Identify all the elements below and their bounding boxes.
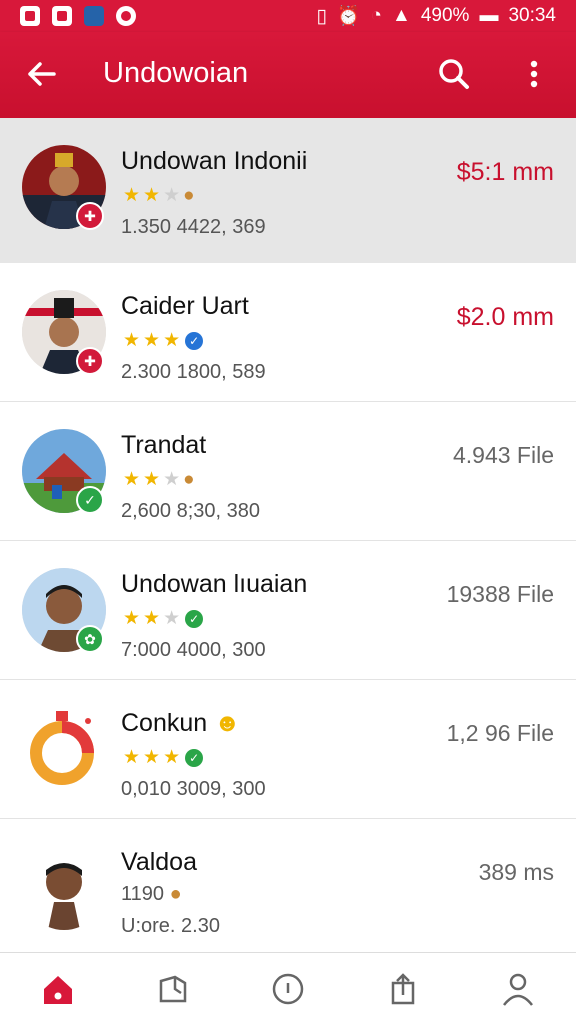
share-icon[interactable] <box>381 967 425 1011</box>
star-icon: ★ <box>123 330 141 351</box>
notification-icon <box>20 6 40 26</box>
star-empty-icon: ★ <box>163 608 181 629</box>
item-amount: $2.0 mm <box>456 303 554 331</box>
coin-badge-icon: ● <box>183 184 195 206</box>
rating: ★ ★ ★ ✓ <box>123 746 204 769</box>
verified-icon: ✓ <box>185 609 204 628</box>
page-title: Undowoian <box>103 57 249 89</box>
vibrate-icon: ▯ <box>316 5 327 27</box>
more-vert-icon[interactable] <box>520 54 548 94</box>
star-icon: ★ <box>163 747 181 768</box>
item-amount: 389 ms <box>478 859 554 885</box>
item-stats-secondary: U:ore. 2.30 <box>121 915 220 937</box>
coin-badge-icon: ● <box>183 468 195 490</box>
rating: ★ ★ ★ ✓ <box>123 607 204 630</box>
app-bar: Undowoian <box>0 32 576 118</box>
item-name: Undowan Indonii <box>121 147 308 175</box>
category-badge-icon: ✿ <box>76 625 104 653</box>
star-icon: ★ <box>123 185 141 206</box>
star-icon: ★ <box>143 330 161 351</box>
rating: ★ ★ ★ ● <box>123 468 195 491</box>
smiley-icon: ☻ <box>214 709 241 737</box>
location-icon <box>116 6 136 26</box>
item-stats: 2.300 1800, 589 <box>121 361 266 383</box>
star-icon: ★ <box>143 185 161 206</box>
category-badge-icon: ✚ <box>76 202 104 230</box>
star-icon: ★ <box>123 747 141 768</box>
search-icon[interactable] <box>434 54 474 94</box>
star-icon: ★ <box>143 608 161 629</box>
item-name: Valdoa <box>121 848 197 876</box>
item-name: Trandat <box>121 431 207 459</box>
item-stats: 0,010 3009, 300 <box>121 778 266 800</box>
star-icon: ★ <box>163 330 181 351</box>
list-item[interactable]: ✚ Caider Uart ★ ★ ★ ✓ 2.300 1800, 589 $2… <box>0 263 576 402</box>
item-amount: 1,2 96 File <box>446 720 554 746</box>
list-item[interactable]: ✓ Trandat ★ ★ ★ ● 2,600 8;30, 380 4.943 … <box>0 402 576 541</box>
compass-icon[interactable] <box>266 967 310 1011</box>
back-arrow-icon[interactable] <box>22 54 62 94</box>
item-stats: 1190 ● <box>121 883 182 905</box>
clock: 30:34 <box>508 5 556 26</box>
profile-icon[interactable] <box>496 967 540 1011</box>
home-icon[interactable] <box>36 967 80 1011</box>
list-item[interactable]: Valdoa 1190 ● U:ore. 2.30 389 ms <box>0 819 576 957</box>
document-icon[interactable] <box>151 967 195 1011</box>
signal-icon: ▲ <box>392 5 411 26</box>
list-item[interactable]: ✚ Undowan Indonii ★ ★ ★ ● 1.350 4422, 36… <box>0 118 576 263</box>
coin-badge-icon: ● <box>169 883 182 905</box>
category-badge-icon: ✚ <box>76 347 104 375</box>
rating: ★ ★ ★ ✓ <box>123 329 204 352</box>
item-amount: 4.943 File <box>452 442 554 468</box>
category-badge-icon: ✓ <box>76 486 104 514</box>
item-stats: 2,600 8;30, 380 <box>121 500 261 522</box>
verified-icon: ✓ <box>185 331 204 350</box>
list-item[interactable]: ✿ Undowan lıuaian ★ ★ ★ ✓ 7:000 4000, 30… <box>0 541 576 680</box>
item-amount: 19388 File <box>446 581 554 607</box>
battery-level: 490% <box>420 5 470 26</box>
media-icon <box>52 6 72 26</box>
verified-icon: ✓ <box>185 748 204 767</box>
person-list: ✚ Undowan Indonii ★ ★ ★ ● 1.350 4422, 36… <box>0 118 576 957</box>
item-name: Caider Uart <box>121 292 249 320</box>
star-empty-icon: ★ <box>163 185 181 206</box>
star-empty-icon: ★ <box>163 469 181 490</box>
item-name: Undowan lıuaian <box>121 570 308 598</box>
star-icon: ★ <box>143 747 161 768</box>
item-amount: $5:1 mm <box>456 158 554 186</box>
item-stats: 7:000 4000, 300 <box>121 639 266 661</box>
star-icon: ★ <box>123 469 141 490</box>
alarm-icon: ⏰ <box>336 6 361 27</box>
star-icon: ★ <box>143 469 161 490</box>
status-bar: ▯ ⏰ ◔ ▲ 490% ▬ 30:34 <box>0 0 576 32</box>
list-item[interactable]: Conkun ☻ ★ ★ ★ ✓ 0,010 3009, 300 1,2 96 … <box>0 680 576 819</box>
battery-icon: ▬ <box>479 5 499 26</box>
rating: ★ ★ ★ ● <box>123 184 195 207</box>
profile-notification-icon <box>84 6 104 26</box>
avatar <box>22 846 106 930</box>
bottom-navigation <box>0 952 576 1024</box>
item-stats: 1.350 4422, 369 <box>121 216 266 238</box>
wifi-icon: ◔ <box>370 5 383 26</box>
app-logo <box>22 707 106 791</box>
item-name: Conkun ☻ <box>121 709 241 737</box>
star-icon: ★ <box>123 608 141 629</box>
